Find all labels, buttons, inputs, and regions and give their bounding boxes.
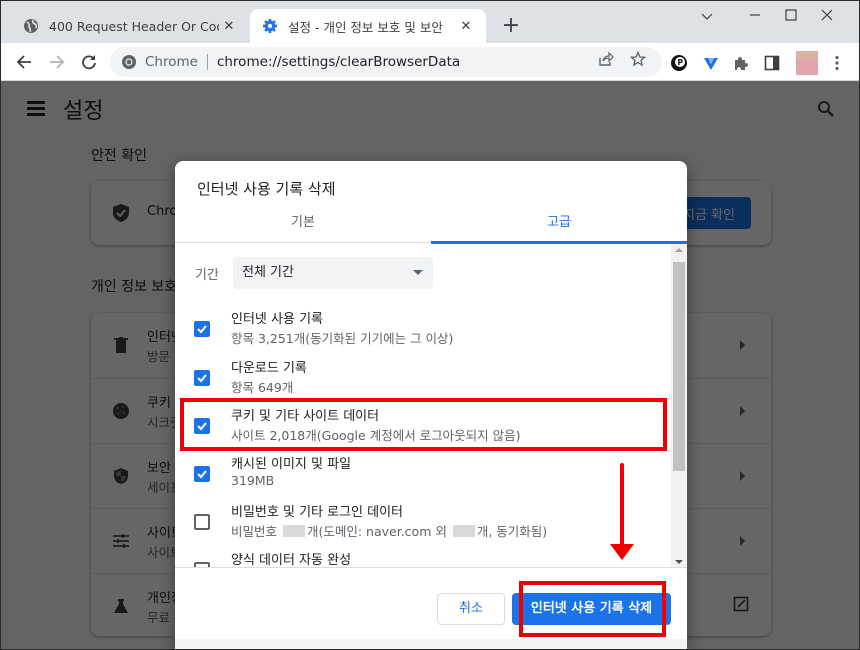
close-tab-icon[interactable]: ✕ [219,19,239,34]
bookmark-button[interactable] [629,50,647,68]
extensions-button[interactable] [731,53,751,73]
forward-button[interactable] [45,50,69,74]
redacted-count [452,525,475,537]
extension-p-button[interactable]: P [669,53,689,73]
scrollbar[interactable] [671,244,687,568]
time-range-value: 전체 기간 [242,265,294,280]
tab-title: 설정 - 개인 정보 보호 및 보안 [288,19,443,35]
close-icon [821,9,833,21]
chevron-down-icon [701,13,713,20]
profile-avatar[interactable] [795,51,819,75]
tab-strip: 400 Request Header Or Cookie ✕ 설정 - 개인 정… [1,1,859,43]
option-title: 캐시된 이미지 및 파일 [231,457,352,472]
option-cached-files[interactable]: 캐시된 이미지 및 파일 319MB [175,451,670,499]
more-vert-icon [835,55,839,71]
url-text[interactable]: chrome://settings/clearBrowserData [217,54,662,70]
browser-toolbar: Chrome chrome://settings/clearBrowserDat… [1,43,859,81]
option-download-history[interactable]: 다운로드 기록 항목 649개 [175,355,670,403]
subtitle-part: 개(도메인: naver.com 외 [306,524,451,539]
v-extension-icon [704,58,718,70]
extension-v-button[interactable] [701,53,721,73]
redacted-count [282,525,305,537]
share-icon [599,51,614,66]
tab-settings[interactable]: 설정 - 개인 정보 보호 및 보안 ✕ [250,9,486,43]
chrome-icon [122,55,136,69]
gear-icon [262,18,278,34]
reload-icon [82,55,96,70]
highlight-clear-button [519,581,666,637]
option-title: 비밀번호 및 기타 로그인 데이터 [231,505,404,520]
dropdown-arrow-icon [413,270,423,275]
tab-search-button[interactable] [689,5,725,29]
maximize-icon [785,9,797,21]
scrollbar-thumb[interactable] [673,262,685,471]
dialog-bottom-strip [175,639,687,649]
star-icon [630,51,646,67]
divider [206,54,208,70]
puzzle-icon [735,57,748,70]
highlight-cookies-option [180,398,667,451]
dialog-title: 인터넷 사용 기록 삭제 [197,180,336,198]
option-browsing-history[interactable]: 인터넷 사용 기록 항목 3,251개(동기화된 기기에는 그 이상) [175,306,670,354]
globe-icon [23,18,39,34]
scroll-down-icon[interactable] [675,560,683,564]
option-title: 인터넷 사용 기록 [231,312,323,327]
avatar-icon [796,51,818,75]
option-title: 양식 데이터 자동 완성 [231,553,352,568]
tab-400-request[interactable]: 400 Request Header Or Cookie ✕ [9,9,249,43]
download-history-checkbox[interactable] [194,370,210,386]
tab-title: 400 Request Header Or Cookie [49,18,219,34]
back-button[interactable] [12,50,36,74]
close-window-button[interactable] [809,5,845,29]
new-tab-button[interactable]: + [499,14,523,38]
minimize-button[interactable] [737,5,773,29]
dialog-tabs: 기본 고급 [175,207,687,244]
maximize-button[interactable] [773,5,809,29]
side-panel-icon [764,55,780,71]
minimize-icon [750,14,760,16]
cache-checkbox[interactable] [194,466,210,482]
check-icon [197,374,207,383]
reload-button[interactable] [77,50,101,74]
subtitle-part: 비밀번호 [231,524,281,539]
site-label: Chrome [145,54,198,70]
option-subtitle: 319MB [231,473,275,488]
option-subtitle: 항목 3,251개(동기화된 기기에는 그 이상) [231,331,454,346]
browser-window: 400 Request Header Or Cookie ✕ 설정 - 개인 정… [0,0,860,650]
tab-basic[interactable]: 기본 [175,207,431,243]
option-subtitle: 비밀번호 개(도메인: naver.com 외 개, 동기화됨) [231,521,547,540]
check-icon [197,325,207,334]
menu-button[interactable] [827,53,847,73]
cancel-button[interactable]: 취소 [437,593,505,625]
p-extension-icon: P [671,55,687,71]
subtitle-part: 개, 동기화됨) [476,524,548,539]
option-passwords[interactable]: 비밀번호 및 기타 로그인 데이터 비밀번호 개(도메인: naver.com … [175,499,670,547]
arrow-left-icon [16,55,31,69]
option-title: 다운로드 기록 [231,361,307,376]
address-bar[interactable]: Chrome chrome://settings/clearBrowserDat… [110,47,662,77]
scroll-up-icon[interactable] [675,248,683,252]
svg-text:P: P [678,58,684,67]
browsing-history-checkbox[interactable] [194,321,210,337]
option-subtitle: 항목 649개 [231,380,294,395]
arrow-down-icon [610,463,634,560]
period-label: 기간 [195,268,219,283]
option-autofill[interactable]: 양식 데이터 자동 완성 [175,547,670,568]
passwords-checkbox[interactable] [194,514,210,530]
arrow-right-icon [50,55,65,69]
check-icon [197,470,207,479]
tab-advanced[interactable]: 고급 [431,207,687,244]
time-range-select[interactable]: 전체 기간 [233,257,433,289]
share-button[interactable] [597,50,615,68]
side-panel-button[interactable] [762,53,782,73]
close-tab-icon[interactable]: ✕ [456,19,476,34]
